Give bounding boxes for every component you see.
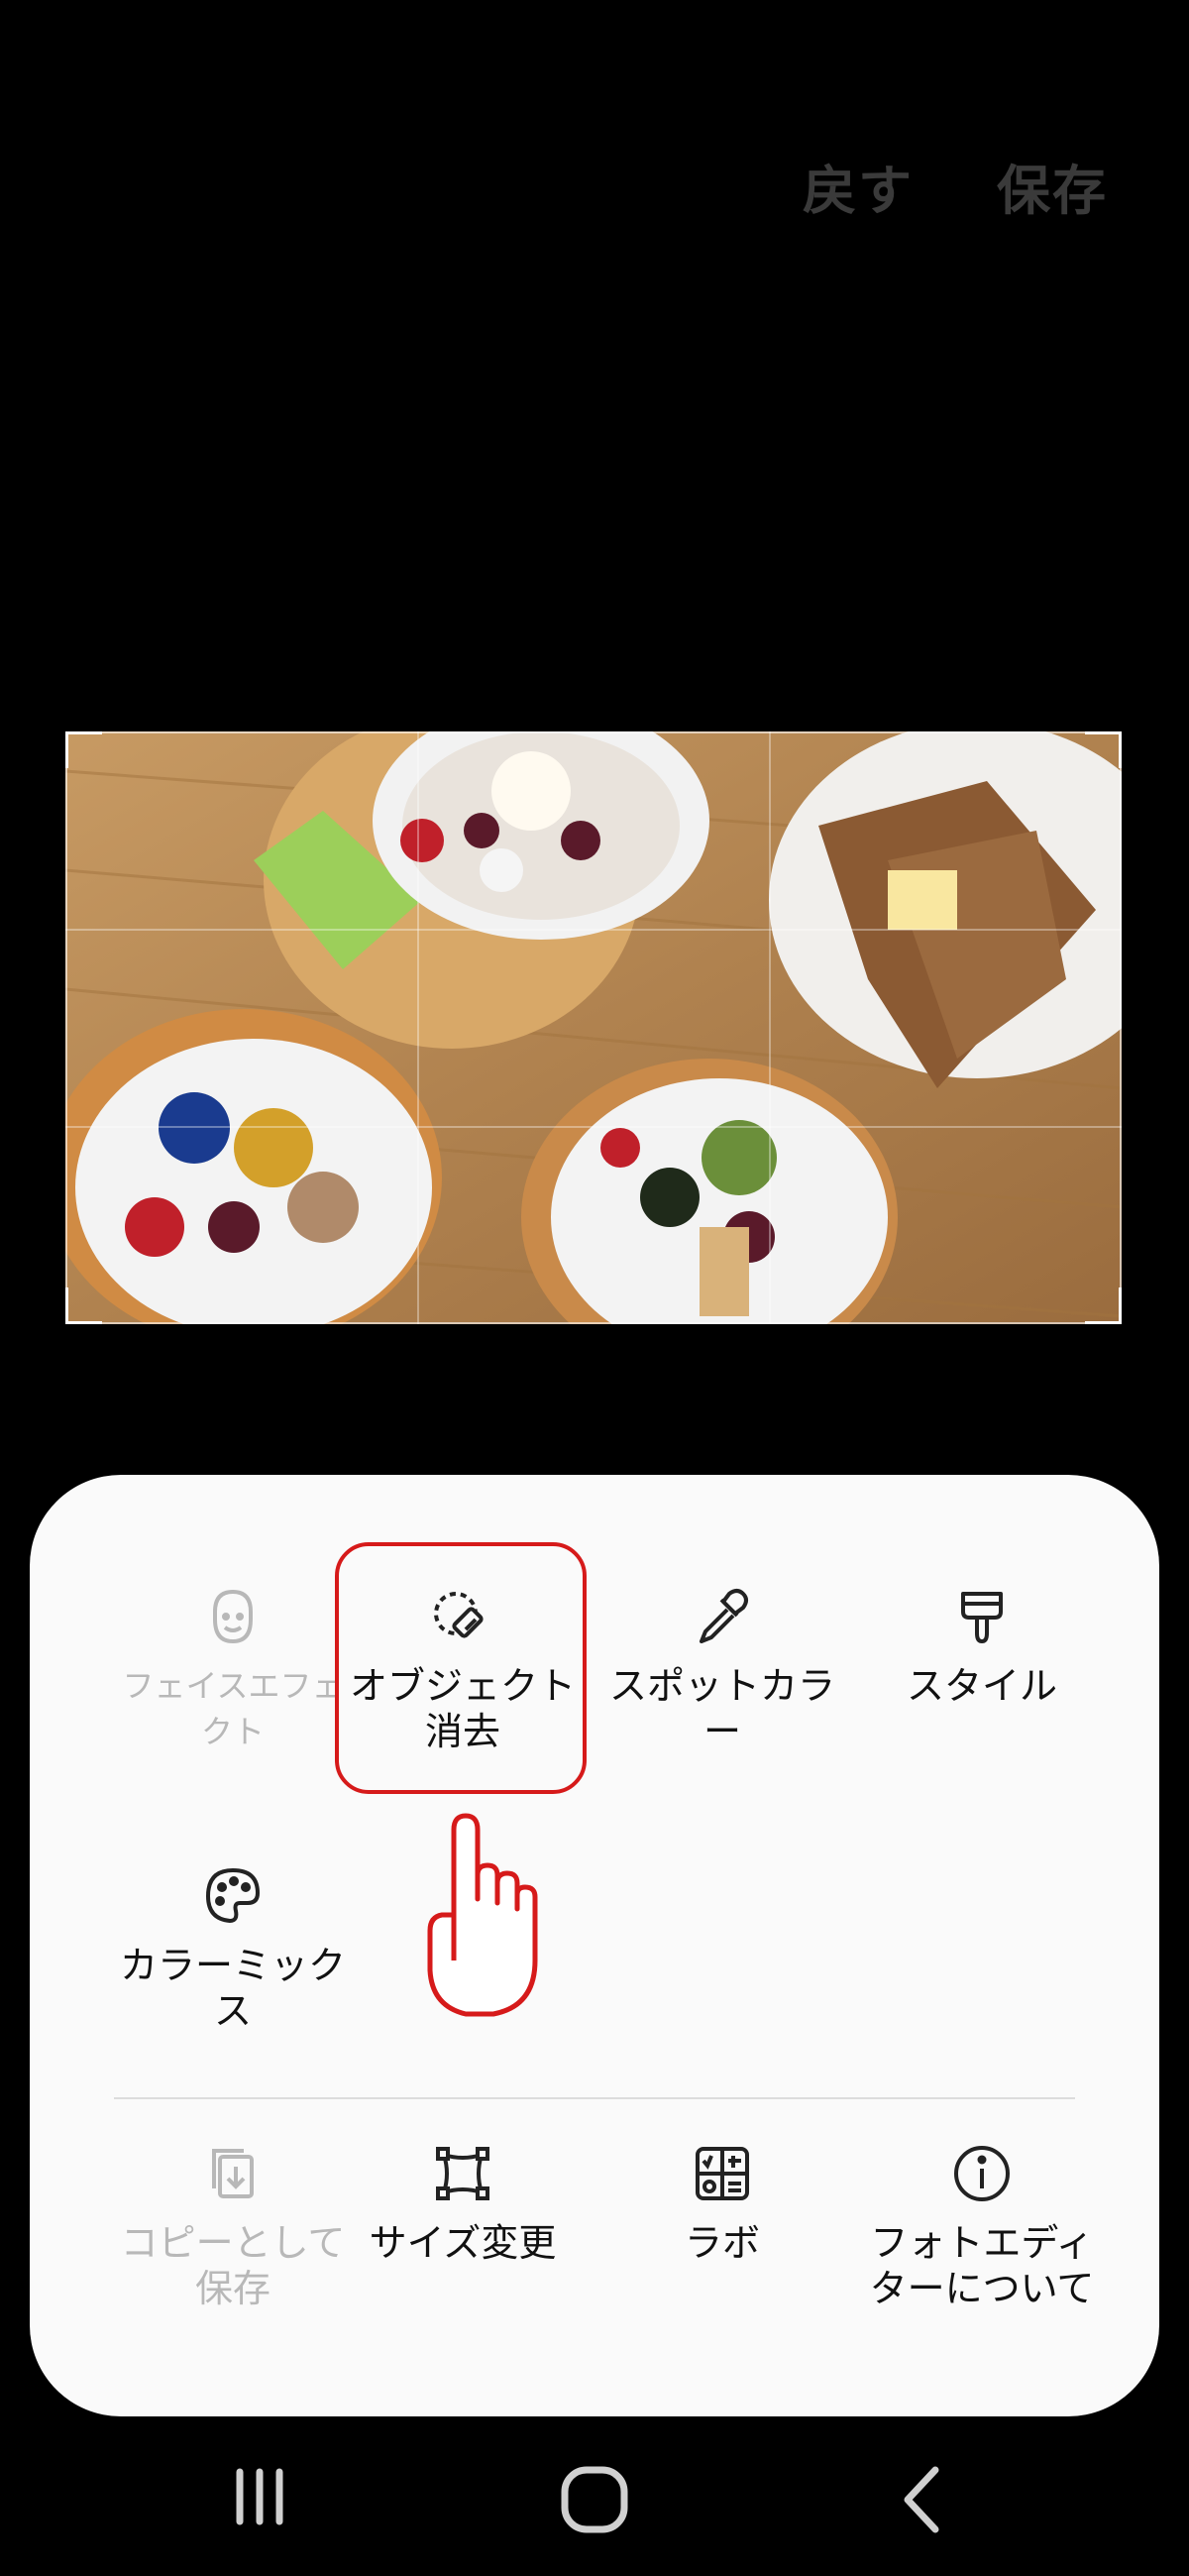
crop-grid-line xyxy=(769,731,771,1324)
about-photo-editor-action[interactable]: フォトエディターについて xyxy=(858,2141,1106,2311)
save-button[interactable]: 保存 xyxy=(997,147,1108,225)
revert-button[interactable]: 戻す xyxy=(803,147,914,225)
panel-divider xyxy=(114,2097,1075,2099)
action-label: サイズ変更 xyxy=(369,2221,557,2265)
pointing-hand-icon xyxy=(427,1813,538,2017)
tools-panel: フェイスエフェクト オブジェクト消去 スポットカラー スタイル カラーミックス … xyxy=(30,1475,1159,2416)
face-icon xyxy=(213,1589,253,1644)
crop-grid-line xyxy=(65,1126,1122,1128)
resize-action[interactable]: サイズ変更 xyxy=(339,2141,587,2266)
crop-grid-line xyxy=(65,929,1122,931)
labs-action[interactable]: ラボ xyxy=(598,2141,846,2266)
crop-handle-top-right[interactable] xyxy=(1085,731,1122,768)
labs-icon xyxy=(696,2147,749,2200)
eyedropper-icon xyxy=(700,1589,748,1643)
tutorial-highlight-box xyxy=(335,1542,587,1794)
palette-icon xyxy=(205,1867,261,1924)
spot-color-tool[interactable]: スポットカラー xyxy=(598,1584,846,1754)
tool-label: スタイル xyxy=(906,1664,1057,1708)
copy-save-action[interactable]: コピーとして保存 xyxy=(109,2141,357,2311)
back-icon[interactable] xyxy=(898,2462,947,2537)
style-tool[interactable]: スタイル xyxy=(858,1584,1106,1709)
crop-handle-bottom-right[interactable] xyxy=(1085,1288,1122,1324)
tool-label: スポットカラー xyxy=(608,1664,835,1753)
paint-brush-icon xyxy=(961,1592,1003,1643)
system-navigation-bar xyxy=(0,2418,1189,2576)
color-mix-tool[interactable]: カラーミックス xyxy=(109,1863,357,2034)
crop-grid-line xyxy=(417,731,419,1324)
info-icon xyxy=(954,2146,1010,2201)
home-icon[interactable] xyxy=(557,2462,632,2537)
crop-handle-top-left[interactable] xyxy=(65,731,102,768)
tool-label: カラーミックス xyxy=(119,1944,346,2033)
action-label: フォトエディターについて xyxy=(869,2221,1095,2310)
crop-frame xyxy=(65,731,1122,1324)
face-effect-tool[interactable]: フェイスエフェクト xyxy=(109,1584,357,1754)
tool-label: フェイスエフェクト xyxy=(122,1667,344,1750)
resize-icon xyxy=(436,2147,489,2200)
action-label: コピーとして保存 xyxy=(120,2221,346,2310)
copy-save-icon xyxy=(212,2149,254,2198)
action-label: ラボ xyxy=(684,2221,760,2265)
recent-apps-icon[interactable] xyxy=(230,2462,289,2531)
photo-canvas[interactable] xyxy=(65,731,1122,1324)
crop-handle-bottom-left[interactable] xyxy=(65,1288,102,1324)
top-bar: 戻す 保存 xyxy=(0,0,1189,377)
